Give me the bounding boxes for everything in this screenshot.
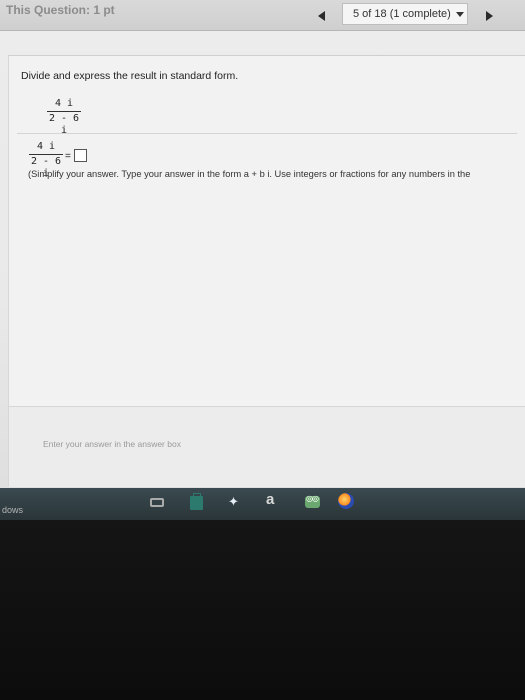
chevron-down-icon	[456, 12, 464, 17]
tripadvisor-icon[interactable]	[305, 494, 320, 508]
next-question-icon[interactable]	[486, 11, 493, 21]
question-prompt: Divide and express the result in standar…	[21, 70, 239, 82]
question-points-label: This Question: 1 pt	[6, 3, 115, 17]
question-header: This Question: 1 pt 5 of 18 (1 complete)	[0, 0, 525, 31]
taskbar-label: dows	[2, 505, 24, 515]
question-panel: Divide and express the result in standar…	[8, 55, 525, 487]
numerator: 4 i	[36, 141, 56, 152]
fraction-bar	[47, 111, 81, 112]
divider	[17, 133, 517, 134]
amazon-icon[interactable]: a	[266, 491, 274, 508]
answer-instruction: (Simplify your answer. Type your answer …	[28, 169, 471, 179]
equals-sign: =	[65, 151, 71, 162]
monitor-bezel	[0, 520, 525, 700]
given-fraction: 4 i 2 - 6 i	[47, 98, 81, 137]
task-view-icon[interactable]	[150, 498, 164, 507]
answer-hint-area: Enter your answer in the answer box	[9, 406, 525, 487]
firefox-icon[interactable]	[338, 493, 354, 509]
store-icon[interactable]	[190, 493, 203, 510]
answer-input[interactable]	[74, 149, 87, 162]
windows-taskbar: dows ✦ a	[0, 488, 525, 520]
numerator: 4 i	[54, 98, 74, 109]
question-progress-text: 5 of 18 (1 complete)	[353, 8, 451, 20]
fraction-bar	[29, 154, 63, 155]
dropbox-icon[interactable]: ✦	[228, 494, 239, 510]
question-selector[interactable]: 5 of 18 (1 complete)	[342, 3, 468, 25]
answer-hint: Enter your answer in the answer box	[43, 439, 181, 449]
previous-question-icon[interactable]	[318, 11, 325, 21]
screen: This Question: 1 pt 5 of 18 (1 complete)…	[0, 0, 525, 500]
